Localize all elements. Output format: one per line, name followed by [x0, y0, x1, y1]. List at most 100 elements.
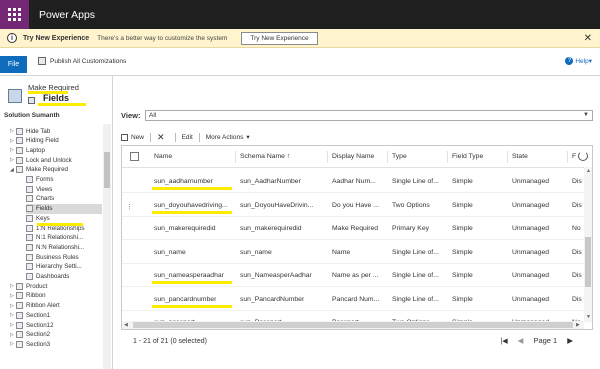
table-cell-name[interactable]: sun_doyouhavedriving...	[154, 202, 228, 209]
edit-button[interactable]: Edit	[182, 134, 193, 141]
tree-item[interactable]: N:1 Relationshi...	[26, 233, 102, 243]
solution-tree: ▷ Hide Tab ▷ Hiding Field ▷ Laptop ▷ Lock and U…	[0, 124, 112, 369]
next-page-icon[interactable]: ▶	[567, 336, 573, 345]
table-row[interactable]: sun_name sun_name Name Single Line of... Sim…	[122, 241, 584, 264]
tree-item[interactable]: ▷ Section2	[10, 330, 50, 340]
help-button[interactable]: ? Help ▾	[565, 57, 592, 65]
column-separator[interactable]	[447, 151, 448, 163]
table-cell-schema: sun_AadharNumber	[240, 178, 301, 185]
tree-item[interactable]: Business Rules	[26, 252, 102, 262]
view-select[interactable]: All ▼	[145, 110, 593, 121]
column-header[interactable]: Type	[392, 153, 407, 160]
column-separator[interactable]	[327, 151, 328, 163]
table-cell-name[interactable]: sun_name	[154, 249, 186, 256]
table-cell-extra: Dis	[572, 178, 582, 185]
tree-item[interactable]: Views	[26, 184, 102, 194]
column-header[interactable]: Schema Name ↑	[240, 153, 290, 160]
top-bar: Power Apps	[0, 0, 600, 29]
scroll-up-icon[interactable]: ▲	[586, 168, 591, 174]
scroll-down-icon[interactable]: ▼	[586, 314, 591, 320]
new-button[interactable]: New	[121, 133, 144, 141]
app-launcher-icon[interactable]	[0, 0, 29, 29]
row-menu-icon[interactable]: ⋮	[126, 203, 133, 211]
tree-item[interactable]: Forms	[26, 175, 102, 185]
table-cell-name[interactable]: sun_nameasperaadhar	[154, 272, 224, 279]
tree-item[interactable]: ▷ Section3	[10, 339, 50, 349]
tree-item-label: Hierarchy Setti...	[36, 263, 82, 271]
column-separator[interactable]	[507, 151, 508, 163]
tree-item[interactable]: ▷ Ribbon Alert	[10, 301, 60, 311]
table-cell-field-type: Simple	[452, 272, 473, 279]
select-all-checkbox[interactable]	[130, 152, 139, 161]
column-header[interactable]: Field Type	[452, 153, 483, 160]
close-icon[interactable]: ✕	[584, 33, 592, 44]
tree-item-label: Ribbon Alert	[26, 302, 60, 310]
tree-scroll-thumb[interactable]	[104, 152, 110, 188]
tree-item[interactable]: ▷ Laptop	[10, 145, 45, 155]
tree-item[interactable]: ▷ Ribbon	[10, 291, 46, 301]
column-header[interactable]: State	[512, 153, 528, 160]
tree-item[interactable]: ▷ Hiding Field	[10, 136, 59, 146]
tree-item[interactable]: Keys	[26, 213, 102, 223]
table-cell-type: Single Line of...	[392, 178, 439, 185]
tree-item[interactable]: Hierarchy Setti...	[26, 262, 102, 272]
scroll-right-icon[interactable]: ▶	[576, 322, 580, 328]
tree-item[interactable]: ◢ Make Required	[10, 165, 68, 175]
column-separator[interactable]	[567, 151, 568, 163]
tree-item[interactable]: ▷ Section1	[10, 310, 50, 320]
table-cell-type: Single Line of...	[392, 248, 439, 256]
column-separator[interactable]	[387, 151, 388, 163]
table-cell-extra: Dis	[572, 272, 582, 279]
column-separator[interactable]	[235, 151, 236, 163]
tree-item-label: Hide Tab	[26, 127, 51, 135]
table-cell-name[interactable]: sun_aadharnumber	[154, 178, 213, 185]
tree-item[interactable]: N:N Relationshi...	[26, 242, 102, 252]
grid-vertical-scroll-thumb[interactable]	[585, 237, 591, 287]
try-new-experience-button[interactable]: Try New Experience	[241, 31, 318, 45]
entity-icon	[26, 185, 33, 193]
table-cell-field-type: Simple	[452, 178, 473, 185]
table-row[interactable]: sun_aadharnumber sun_AadharNumber Aadhar N…	[122, 170, 584, 193]
tree-item-label: Forms	[36, 176, 54, 183]
page-title: Fields	[43, 93, 70, 103]
pager: |◀ ◀ Page 1 ▶	[490, 336, 573, 345]
table-cell-extra: Dis	[572, 295, 582, 303]
file-button[interactable]: File	[0, 56, 27, 73]
table-row[interactable]: sun_pancardnumber sun_PancardNumber Pancar…	[122, 288, 584, 311]
tree-item[interactable]: ▷ Section12	[10, 320, 54, 330]
tree-item-label: Section12	[26, 321, 54, 329]
table-row[interactable]: ⋮ sun_doyouhavedriving... sun_DoyouHaveDri…	[122, 194, 584, 217]
help-label: Help	[575, 57, 589, 65]
chevron-down-icon: ▾	[588, 58, 592, 65]
new-icon	[121, 133, 128, 141]
table-cell-name[interactable]: sun_pancardnumber	[154, 296, 216, 303]
table-cell-display: Name	[332, 248, 351, 256]
tree-item[interactable]: ▷ Hide Tab	[10, 126, 50, 136]
fields-icon	[28, 97, 35, 104]
table-cell-name[interactable]: sun_makerequiredid	[154, 225, 216, 232]
column-header[interactable]: Display Name	[332, 153, 374, 160]
table-row[interactable]: sun_makerequiredid sun_makerequiredid Make…	[122, 217, 584, 240]
tree-item-label: Fields	[36, 205, 53, 213]
scroll-left-icon[interactable]: ◀	[124, 322, 128, 328]
tree-item[interactable]: Charts	[26, 194, 102, 204]
tree-item[interactable]: Fields	[26, 203, 102, 214]
previous-page-icon[interactable]: ◀	[518, 336, 524, 345]
grid-horizontal-scroll-thumb[interactable]	[133, 322, 573, 328]
tree-item[interactable]: ▷ Lock and Unlock	[10, 155, 72, 165]
table-row[interactable]: sun_nameasperaadhar sun_NameasperAadhar Na…	[122, 264, 584, 287]
entity-icon	[16, 127, 23, 135]
column-header[interactable]: F	[572, 153, 576, 160]
tree-item-label: Keys	[36, 214, 50, 222]
tree-item[interactable]: Dashboards	[26, 272, 102, 282]
more-actions-button[interactable]: More Actions ▾	[206, 133, 250, 142]
delete-button[interactable]: ✕	[157, 132, 169, 143]
publish-all-button[interactable]: Publish All Customizations	[38, 57, 126, 65]
table-cell-extra: Dis	[572, 248, 582, 256]
command-bar: New ✕ Edit More Actions ▾	[121, 131, 256, 143]
tree-item-label: N:1 Relationshi...	[36, 234, 84, 242]
first-page-icon[interactable]: |◀	[500, 337, 507, 345]
refresh-icon[interactable]	[578, 151, 588, 161]
tree-item[interactable]: ▷ Product	[10, 281, 47, 291]
column-header[interactable]: Name	[154, 153, 172, 160]
